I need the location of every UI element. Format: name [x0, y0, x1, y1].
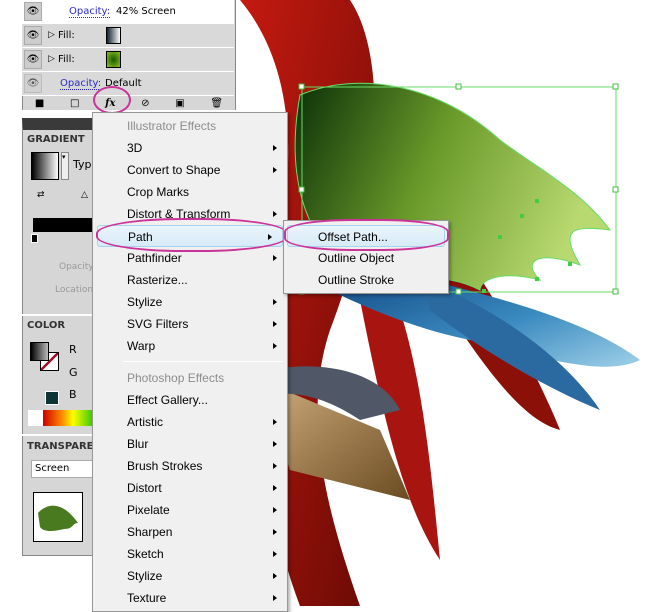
- menu-item-label: Photoshop Effects: [127, 371, 225, 385]
- menu-separator: [123, 361, 283, 362]
- menu-item-label: Illustrator Effects: [127, 119, 217, 133]
- g-label: G: [69, 366, 78, 379]
- expand-triangle-icon[interactable]: ▷: [48, 30, 55, 40]
- gradient-stop[interactable]: [31, 234, 38, 243]
- menu-item-warp[interactable]: Warp: [93, 335, 287, 357]
- menu-item-stylize[interactable]: Stylize: [93, 565, 287, 587]
- annotation-circle: [284, 219, 449, 251]
- menu-item-label: Rasterize...: [127, 273, 188, 287]
- submenu-arrow-icon: [273, 299, 277, 305]
- menu-item-pixelate[interactable]: Pixelate: [93, 499, 287, 521]
- submenu-arrow-icon: [273, 321, 277, 327]
- location-label: Location: [55, 285, 94, 295]
- menu-item-brush-strokes[interactable]: Brush Strokes: [93, 455, 287, 477]
- fill-color-swatch[interactable]: [30, 342, 49, 361]
- menu-item-label: Effect Gallery...: [127, 393, 208, 407]
- gradient-panel: GRADIENT ▾ Typ ⇄ △ Opacity Location: [22, 118, 103, 314]
- menu-item-sharpen[interactable]: Sharpen: [93, 521, 287, 543]
- submenu-arrow-icon: [273, 419, 277, 425]
- reverse-gradient-icon[interactable]: ⇄: [37, 190, 45, 200]
- menu-item-artistic[interactable]: Artistic: [93, 411, 287, 433]
- eye-icon[interactable]: 👁: [24, 26, 42, 45]
- menu-item-illustrator-effects: Illustrator Effects: [93, 115, 287, 137]
- color-panel: COLOR R G B: [22, 316, 103, 434]
- appearance-row-fill[interactable]: 👁 ▷ Fill:: [22, 24, 234, 48]
- menu-item-effect-gallery[interactable]: Effect Gallery...: [93, 389, 287, 411]
- duplicate-icon[interactable]: ▣: [175, 98, 184, 109]
- object-thumbnail: [33, 492, 83, 542]
- menu-item-label: 3D: [127, 141, 143, 155]
- fill-swatch[interactable]: [106, 51, 121, 68]
- submenu-arrow-icon: [273, 145, 277, 151]
- add-stroke-icon[interactable]: ■: [35, 98, 44, 109]
- eye-icon[interactable]: 👁: [24, 2, 42, 21]
- submenu-arrow-icon: [273, 167, 277, 173]
- menu-item-stylize[interactable]: Stylize: [93, 291, 287, 313]
- menu-item-label: SVG Filters: [127, 317, 189, 331]
- effects-menu: Illustrator Effects 3D Convert to Shape Cro…: [92, 112, 288, 612]
- menu-item-label: Artistic: [127, 415, 163, 429]
- menu-item-sketch[interactable]: Sketch: [93, 543, 287, 565]
- menu-item-distort[interactable]: Distort: [93, 477, 287, 499]
- trash-icon[interactable]: 🗑: [210, 98, 223, 109]
- gradient-dropdown[interactable]: ▾: [61, 152, 69, 180]
- fill-swatch[interactable]: [106, 27, 121, 44]
- b-label: B: [69, 388, 77, 401]
- menu-item-photoshop-effects: Photoshop Effects: [93, 367, 287, 389]
- submenu-arrow-icon: [273, 211, 277, 217]
- menu-item-label: Stylize: [127, 569, 163, 583]
- submenu-arrow-icon: [273, 441, 277, 447]
- menu-item-label: Pixelate: [127, 503, 170, 517]
- menu-item-label: Convert to Shape: [127, 163, 221, 177]
- panel-title: COLOR: [27, 320, 66, 331]
- appearance-row-fill[interactable]: 👁 ▷ Fill:: [22, 48, 234, 72]
- submenu-arrow-icon: [273, 507, 277, 513]
- transparency-panel: TRANSPARE Screen: [22, 436, 103, 556]
- menu-item-3d[interactable]: 3D: [93, 137, 287, 159]
- submenu-arrow-icon: [273, 573, 277, 579]
- menu-item-crop-marks[interactable]: Crop Marks: [93, 181, 287, 203]
- menu-item-rasterize[interactable]: Rasterize...: [93, 269, 287, 291]
- menu-item-label: Brush Strokes: [127, 459, 203, 473]
- menu-item-label: Pathfinder: [127, 251, 182, 265]
- submenu-arrow-icon: [273, 595, 277, 601]
- submenu-arrow-icon: [273, 551, 277, 557]
- gradient-swatch[interactable]: [31, 152, 59, 180]
- menu-item-label: Outline Stroke: [318, 273, 395, 287]
- submenu-arrow-icon: [273, 255, 277, 261]
- add-fill-icon[interactable]: □: [70, 98, 79, 109]
- submenu-arrow-icon: [273, 463, 277, 469]
- menu-item-svg-filters[interactable]: SVG Filters: [93, 313, 287, 335]
- submenu-arrow-icon: [273, 529, 277, 535]
- expand-triangle-icon[interactable]: ▷: [48, 54, 55, 64]
- type-label: Typ: [73, 158, 92, 171]
- menu-item-label: Texture: [127, 591, 167, 605]
- menu-item-label: Outline Object: [318, 251, 395, 265]
- menu-item-label: Distort: [127, 481, 162, 495]
- eye-icon[interactable]: 👁: [24, 50, 42, 69]
- menu-item-outline-stroke[interactable]: Outline Stroke: [284, 269, 448, 291]
- eye-icon[interactable]: 👁: [24, 74, 42, 93]
- menu-item-label: Blur: [127, 437, 149, 451]
- menu-item-label: Sharpen: [127, 525, 173, 539]
- menu-item-blur[interactable]: Blur: [93, 433, 287, 455]
- opacity-label: Opacity: [59, 262, 94, 272]
- annotation-circle: [93, 86, 131, 114]
- menu-item-convert-to-shape[interactable]: Convert to Shape: [93, 159, 287, 181]
- appearance-row-opacity[interactable]: 👁 Opacity: 42% Screen: [22, 0, 234, 24]
- out-of-gamut-swatch[interactable]: [45, 391, 59, 405]
- menu-item-label: Warp: [127, 339, 156, 353]
- submenu-arrow-icon: [273, 485, 277, 491]
- menu-item-label: Stylize: [127, 295, 163, 309]
- panel-title: TRANSPARE: [27, 441, 94, 452]
- menu-item-label: Sketch: [127, 547, 164, 561]
- r-label: R: [69, 343, 77, 356]
- panel-title: GRADIENT: [27, 134, 85, 145]
- menu-item-label: Crop Marks: [127, 185, 190, 199]
- submenu-arrow-icon: [273, 343, 277, 349]
- annotation-circle: [96, 218, 288, 252]
- angle-icon: △: [81, 190, 88, 200]
- clear-appearance-icon[interactable]: ⊘: [141, 98, 149, 109]
